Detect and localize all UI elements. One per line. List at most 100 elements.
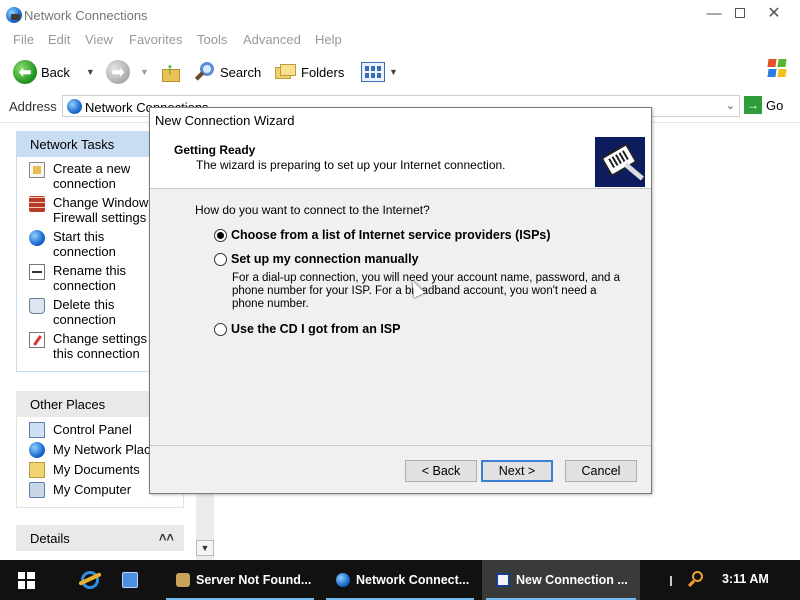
option-label: Set up my connection manually xyxy=(231,252,419,266)
up-folder-icon: ↑ xyxy=(160,61,182,83)
rename-icon xyxy=(29,264,45,280)
option-isp-cd[interactable]: Use the CD I got from an ISP xyxy=(214,322,400,336)
menu-advanced[interactable]: Advanced xyxy=(243,32,301,47)
views-icon xyxy=(361,62,385,82)
search-button[interactable]: Search xyxy=(194,56,261,88)
search-label: Search xyxy=(220,64,262,80)
menu-favorites[interactable]: Favorites xyxy=(129,32,182,47)
menu-edit[interactable]: Edit xyxy=(48,32,70,47)
manual-option-description: For a dial-up connection, you will need … xyxy=(232,272,621,310)
tray-separator xyxy=(670,576,672,586)
expand-chevron-icon[interactable]: ˄˄ xyxy=(159,530,174,545)
radio-isp-cd[interactable] xyxy=(214,322,227,336)
settings-icon xyxy=(29,332,45,348)
windows-logo-icon xyxy=(17,571,35,589)
search-icon xyxy=(194,61,216,83)
tray-search-icon[interactable] xyxy=(687,571,704,588)
option-choose-isp[interactable]: Choose from a list of Internet service p… xyxy=(214,228,551,242)
up-folder-button[interactable]: ↑ xyxy=(160,56,182,88)
cancel-button[interactable]: Cancel xyxy=(565,460,637,482)
internet-explorer-icon xyxy=(81,571,99,589)
taskbar-item-network-connections[interactable]: Network Connect... xyxy=(322,560,478,600)
minimize-button[interactable]: — xyxy=(700,4,728,24)
views-button[interactable]: ▼ xyxy=(361,56,398,88)
details-title: Details xyxy=(30,531,70,546)
menu-tools[interactable]: Tools xyxy=(197,32,227,47)
wizard-icon xyxy=(496,573,510,587)
back-label: Back xyxy=(41,64,70,80)
dialog-title-bar: New Connection Wizard xyxy=(150,108,651,132)
app-window-icon xyxy=(122,572,138,588)
bug-icon xyxy=(176,573,190,587)
quick-launch-app[interactable] xyxy=(108,560,152,600)
place-label: My Computer xyxy=(53,482,132,497)
window-title: Network Connections xyxy=(24,8,148,23)
taskbar-item-new-connection[interactable]: New Connection ... xyxy=(482,560,640,600)
go-label: Go xyxy=(766,97,784,113)
address-dropdown-icon[interactable]: ⌄ xyxy=(726,99,735,112)
dialog-separator xyxy=(150,445,651,446)
next-button[interactable]: Next > xyxy=(481,460,553,482)
network-places-icon xyxy=(29,442,45,458)
menu-file[interactable]: File xyxy=(13,32,34,47)
clock[interactable]: 3:11 AM xyxy=(722,572,769,586)
taskbar-item-label: New Connection ... xyxy=(516,573,628,587)
forward-history-dropdown[interactable]: ▼ xyxy=(140,67,149,77)
radio-manual[interactable] xyxy=(214,252,227,266)
scroll-down-arrow-icon[interactable]: ▼ xyxy=(196,540,214,556)
back-history-dropdown[interactable]: ▼ xyxy=(86,67,95,77)
place-label: Control Panel xyxy=(53,422,132,437)
my-documents-icon xyxy=(29,462,45,478)
radio-choose-isp[interactable] xyxy=(214,228,227,242)
network-connections-icon xyxy=(6,7,22,23)
dialog-header: Getting Ready The wizard is preparing to… xyxy=(150,132,651,189)
new-connection-wizard-dialog: New Connection Wizard Getting Ready The … xyxy=(149,107,652,494)
close-button[interactable]: ✕ xyxy=(760,4,788,24)
firewall-icon xyxy=(29,196,45,212)
globe-icon xyxy=(336,573,350,587)
go-arrow-icon: → xyxy=(744,96,762,114)
new-connection-icon xyxy=(29,162,45,178)
folders-button[interactable]: Folders xyxy=(275,56,344,88)
menu-bar: File Edit View Favorites Tools Advanced … xyxy=(0,30,800,77)
folders-icon xyxy=(275,63,297,81)
title-bar: Network Connections — ✕ xyxy=(0,0,800,30)
taskbar: Server Not Found... Network Connect... N… xyxy=(0,560,800,600)
forward-button[interactable]: ➡ ▼ xyxy=(106,56,149,88)
address-label: Address xyxy=(9,99,57,114)
globe-icon xyxy=(29,230,45,246)
dialog-header-title: Getting Ready xyxy=(174,143,256,157)
details-panel: Details ˄˄ xyxy=(16,525,184,551)
back-arrow-icon: ⬅ xyxy=(13,60,37,84)
option-manual[interactable]: Set up my connection manually xyxy=(214,252,419,266)
back-button[interactable]: < Back xyxy=(405,460,477,482)
dialog-title: New Connection Wizard xyxy=(155,113,295,128)
back-button[interactable]: ⬅ Back ▼ xyxy=(13,56,95,88)
taskbar-item-label: Network Connect... xyxy=(356,573,470,587)
maximize-button[interactable] xyxy=(726,4,754,24)
my-computer-icon xyxy=(29,482,45,498)
place-label: My Documents xyxy=(53,462,140,477)
control-panel-icon xyxy=(29,422,45,438)
start-button[interactable] xyxy=(0,560,52,600)
menu-view[interactable]: View xyxy=(85,32,113,47)
forward-arrow-icon: ➡ xyxy=(106,60,130,84)
dialog-body: How do you want to connect to the Intern… xyxy=(150,190,651,445)
network-cable-icon xyxy=(595,137,645,187)
menu-help[interactable]: Help xyxy=(315,32,342,47)
taskbar-item-server-not-found[interactable]: Server Not Found... xyxy=(162,560,318,600)
option-label: Use the CD I got from an ISP xyxy=(231,322,401,336)
taskbar-item-label: Server Not Found... xyxy=(196,573,312,587)
internet-explorer-launcher[interactable] xyxy=(68,560,112,600)
option-label: Choose from a list of Internet service p… xyxy=(231,228,551,242)
network-globe-icon xyxy=(67,99,82,114)
folders-label: Folders xyxy=(301,64,345,80)
connection-question: How do you want to connect to the Intern… xyxy=(195,203,430,217)
go-button[interactable]: → Go xyxy=(744,96,783,114)
details-header[interactable]: Details ˄˄ xyxy=(16,525,184,551)
views-dropdown-icon: ▼ xyxy=(389,67,398,77)
place-label: My Network Places xyxy=(53,442,165,457)
dialog-header-subtitle: The wizard is preparing to set up your I… xyxy=(196,158,506,172)
maximize-icon xyxy=(735,8,745,18)
recycle-bin-icon xyxy=(29,298,45,314)
